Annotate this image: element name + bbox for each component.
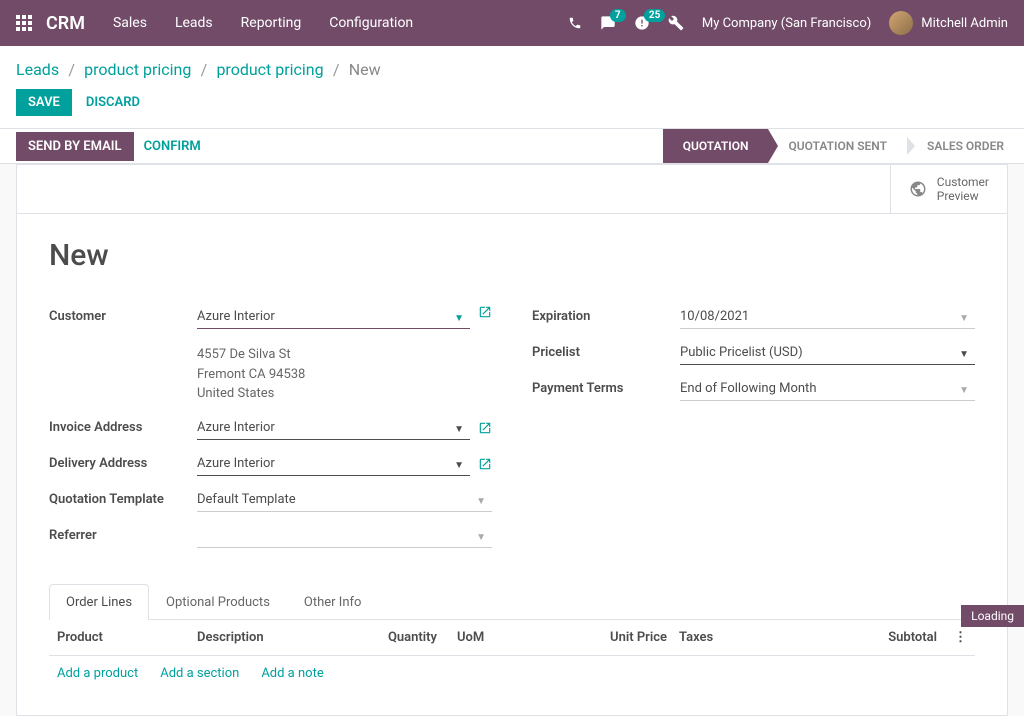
payment-label: Payment Terms bbox=[532, 377, 680, 396]
topbar: CRM Sales Leads Reporting Configuration … bbox=[0, 0, 1024, 46]
nav-leads[interactable]: Leads bbox=[175, 15, 213, 31]
th-taxes: Taxes bbox=[667, 630, 797, 645]
invoice-external-link-icon[interactable] bbox=[478, 421, 492, 435]
bc-pricing-2[interactable]: product pricing bbox=[216, 60, 323, 79]
messages-icon[interactable]: 7 bbox=[600, 15, 616, 31]
expiration-input[interactable] bbox=[680, 305, 975, 329]
tabs: Order Lines Optional Products Other Info bbox=[49, 584, 975, 620]
expiration-label: Expiration bbox=[532, 305, 680, 324]
customer-preview-button[interactable]: Customer Preview bbox=[890, 165, 1007, 213]
invoice-label: Invoice Address bbox=[49, 416, 197, 435]
th-product: Product bbox=[57, 630, 197, 645]
address-line-3: United States bbox=[197, 384, 492, 404]
th-quantity: Quantity bbox=[367, 630, 437, 645]
activities-icon[interactable]: 25 bbox=[634, 15, 650, 31]
template-label: Quotation Template bbox=[49, 488, 197, 507]
pricelist-label: Pricelist bbox=[532, 341, 680, 360]
th-subtotal: Subtotal bbox=[797, 630, 937, 645]
loading-indicator: Loading bbox=[961, 605, 1024, 627]
confirm-button[interactable]: CONFIRM bbox=[144, 132, 201, 161]
apps-icon[interactable] bbox=[16, 15, 32, 31]
phone-icon[interactable] bbox=[568, 16, 582, 30]
referrer-input[interactable] bbox=[197, 524, 492, 548]
activities-badge: 25 bbox=[644, 9, 665, 22]
tab-other-info[interactable]: Other Info bbox=[287, 584, 379, 620]
preview-line1: Customer bbox=[937, 175, 989, 189]
breadcrumb: Leads / product pricing / product pricin… bbox=[0, 46, 1024, 89]
add-product-link[interactable]: Add a product bbox=[57, 666, 138, 681]
tab-optional-products[interactable]: Optional Products bbox=[149, 584, 287, 620]
th-unit-price: Unit Price bbox=[517, 630, 667, 645]
globe-icon bbox=[909, 180, 927, 198]
nav-configuration[interactable]: Configuration bbox=[329, 15, 413, 31]
bc-pricing-1[interactable]: product pricing bbox=[84, 60, 191, 79]
template-input[interactable] bbox=[197, 488, 492, 512]
company-selector[interactable]: My Company (San Francisco) bbox=[702, 16, 871, 31]
user-menu[interactable]: Mitchell Admin bbox=[889, 11, 1008, 35]
pricelist-input[interactable] bbox=[680, 341, 975, 365]
action-row: SAVE DISCARD bbox=[0, 89, 1024, 128]
customer-input[interactable] bbox=[197, 305, 470, 329]
save-button[interactable]: SAVE bbox=[16, 89, 72, 116]
th-description: Description bbox=[197, 630, 367, 645]
bc-leads[interactable]: Leads bbox=[16, 60, 59, 79]
step-quotation-sent[interactable]: QUOTATION SENT bbox=[768, 129, 907, 163]
form-sheet: Customer Preview New Customer ▼ bbox=[16, 164, 1008, 716]
bc-current: New bbox=[349, 60, 381, 79]
invoice-input[interactable] bbox=[197, 416, 470, 440]
user-name: Mitchell Admin bbox=[921, 16, 1008, 31]
add-section-link[interactable]: Add a section bbox=[160, 666, 239, 681]
preview-line2: Preview bbox=[937, 189, 989, 203]
status-bar: SEND BY EMAIL CONFIRM QUOTATION QUOTATIO… bbox=[0, 128, 1024, 164]
table-menu-icon[interactable]: ⋮ bbox=[937, 630, 967, 645]
nav-reporting[interactable]: Reporting bbox=[241, 15, 302, 31]
delivery-label: Delivery Address bbox=[49, 452, 197, 471]
delivery-external-link-icon[interactable] bbox=[478, 457, 492, 471]
referrer-label: Referrer bbox=[49, 524, 197, 543]
address-line-1: 4557 De Silva St bbox=[197, 345, 492, 365]
tools-icon[interactable] bbox=[668, 15, 684, 31]
messages-badge: 7 bbox=[610, 9, 626, 22]
step-quotation[interactable]: QUOTATION bbox=[663, 129, 769, 163]
delivery-input[interactable] bbox=[197, 452, 470, 476]
payment-input[interactable] bbox=[680, 377, 975, 401]
discard-button[interactable]: DISCARD bbox=[86, 95, 140, 110]
step-sales-order[interactable]: SALES ORDER bbox=[907, 129, 1024, 163]
th-uom: UoM bbox=[437, 630, 517, 645]
nav-sales[interactable]: Sales bbox=[113, 15, 147, 31]
send-email-button[interactable]: SEND BY EMAIL bbox=[16, 132, 134, 161]
add-note-link[interactable]: Add a note bbox=[261, 666, 323, 681]
avatar bbox=[889, 11, 913, 35]
customer-external-link-icon[interactable] bbox=[478, 305, 492, 319]
page-title: New bbox=[49, 238, 975, 273]
brand[interactable]: CRM bbox=[46, 13, 85, 34]
address-line-2: Fremont CA 94538 bbox=[197, 365, 492, 385]
customer-label: Customer bbox=[49, 305, 197, 324]
tab-order-lines[interactable]: Order Lines bbox=[49, 584, 149, 620]
